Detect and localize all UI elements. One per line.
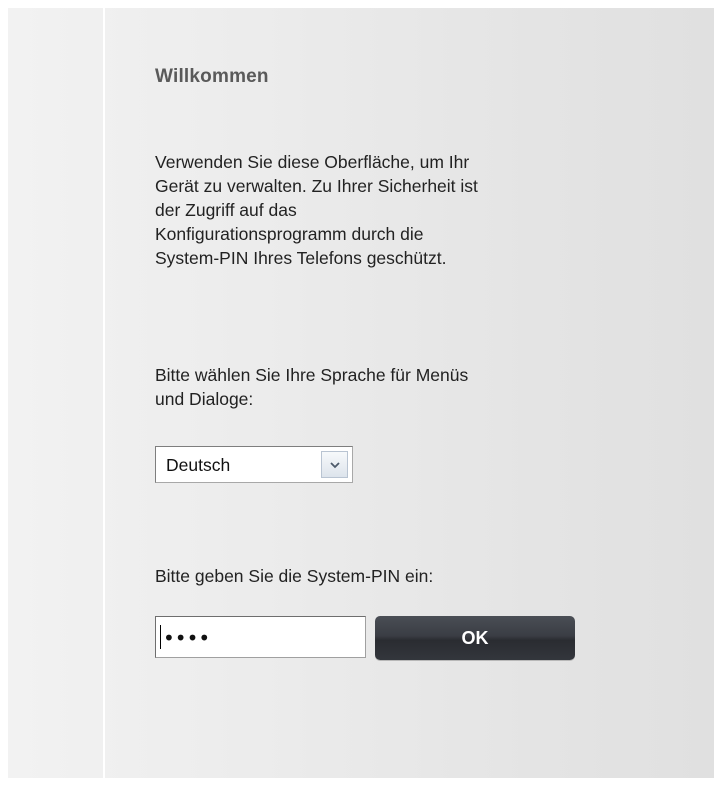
pin-label: Bitte geben Sie die System-PIN ein:: [155, 566, 434, 586]
pin-input[interactable]: ••••: [155, 616, 366, 658]
language-select[interactable]: Deutsch: [155, 446, 353, 483]
language-select-value: Deutsch: [166, 455, 231, 475]
language-label-line: und Dialoge:: [155, 389, 254, 409]
description-line: Verwenden Sie diese Oberfläche, um Ihr: [155, 152, 470, 172]
language-label: Bitte wählen Sie Ihre Sprache für Menüs …: [155, 363, 468, 411]
page: Willkommen Verwenden Sie diese Oberfläch…: [0, 0, 714, 786]
text-cursor: [160, 625, 161, 649]
language-label-line: Bitte wählen Sie Ihre Sprache für Menüs: [155, 365, 469, 385]
chevron-down-icon[interactable]: [321, 451, 348, 478]
description-line: Konfigurationsprogramm durch die: [155, 224, 424, 244]
panel-divider: [103, 8, 105, 786]
pin-masked-value: ••••: [163, 626, 211, 650]
description-line: System-PIN Ihres Telefons geschützt.: [155, 248, 447, 268]
welcome-description: Verwenden Sie diese Oberfläche, um Ihr G…: [155, 150, 615, 270]
ok-button[interactable]: OK: [375, 616, 575, 660]
description-line: der Zugriff auf das: [155, 200, 297, 220]
description-line: Gerät zu verwalten. Zu Ihrer Sicherheit …: [155, 176, 478, 196]
page-title: Willkommen: [155, 66, 269, 87]
